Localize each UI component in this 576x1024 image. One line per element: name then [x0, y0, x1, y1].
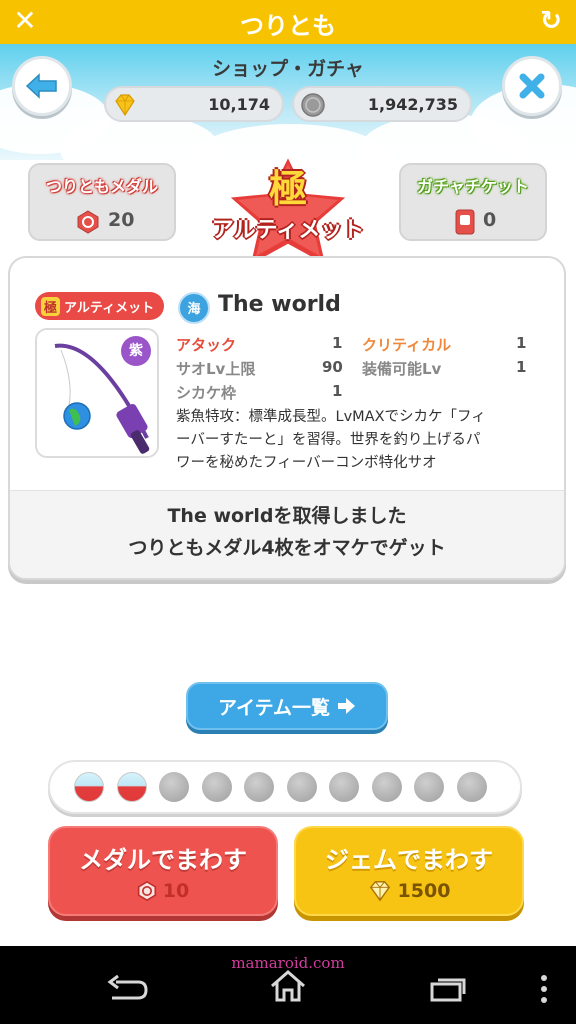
app-title-bar: ✕ つりとも ↻: [0, 0, 576, 44]
spin-gem-cost: 1500: [296, 880, 522, 902]
progress-ball-empty: [286, 772, 317, 802]
emblem-kanji: 極: [268, 167, 307, 211]
gem-icon: [115, 94, 135, 117]
coin-icon: [301, 93, 325, 117]
description-line: ワーを秘めたフィーバーコンボ特化サオ: [176, 455, 437, 471]
medal-box: つりともメダル 20: [28, 163, 176, 241]
gem-icon: [369, 881, 390, 902]
ticket-box: ガチャチケット 0: [399, 163, 547, 241]
emblem-text: アルティメット: [211, 218, 365, 243]
result-line: つりともメダル4枚をオマケでゲット: [128, 537, 446, 559]
progress-ball-filled: [116, 772, 147, 802]
page-title: ショップ・ガチャ: [212, 58, 364, 80]
ticket-icon: [455, 209, 475, 235]
back-nav-icon[interactable]: [104, 974, 152, 1006]
medal-icon: [77, 210, 99, 234]
close-icon: [519, 73, 545, 99]
description-line: 紫魚特攻：標準成長型。LvMAXでシカケ「フィ: [176, 409, 486, 425]
progress-ball-empty: [201, 772, 232, 802]
item-list-label: アイテム一覧: [217, 696, 331, 719]
recent-apps-icon[interactable]: [428, 976, 468, 1004]
rarity-text: アルティメット: [64, 300, 155, 316]
ticket-count: 0: [483, 209, 497, 231]
stat-label: 装備可能Lv: [362, 360, 442, 378]
sea-icon: 海: [178, 292, 210, 324]
close-shop-button[interactable]: [502, 56, 562, 116]
result-message: The worldを取得しました つりともメダル4枚をオマケでゲット: [10, 490, 564, 578]
menu-icon[interactable]: [538, 974, 550, 1004]
coin-count: 1,942,735: [367, 95, 458, 114]
rarity-kanji: 極: [41, 296, 61, 316]
item-detail: 極 アルティメット 海 The world 紫 アタック 1 クリティカル 1 …: [10, 258, 564, 490]
spin-medal-cost: 10: [50, 880, 276, 902]
stat-label: シカケ枠: [176, 384, 237, 402]
stat-label: アタック: [176, 336, 237, 354]
home-nav-icon[interactable]: [268, 968, 308, 1004]
app-title: つりとも: [240, 12, 336, 40]
gem-count: 10,174: [208, 95, 270, 114]
spin-gem-cost-value: 1500: [397, 880, 451, 902]
spin-gem-label: ジェムでまわす: [325, 846, 493, 874]
shop-header: ショップ・ガチャ 10,174 1,942,735: [0, 44, 576, 160]
medal-icon: [137, 881, 156, 901]
arrow-right-icon: [338, 698, 356, 714]
item-description: 紫魚特攻：標準成長型。LvMAXでシカケ「フィ ーバーすたーと」を習得。世界を釣…: [176, 406, 536, 475]
medal-label: つりともメダル: [45, 177, 158, 196]
progress-ball-empty: [159, 772, 189, 802]
progress-ball-filled: [74, 772, 104, 802]
spin-with-gems-button[interactable]: ジェムでまわす 1500: [294, 826, 524, 916]
system-nav-bar: mamaroid.com: [0, 946, 576, 1024]
stat-value: 1: [332, 382, 343, 400]
stat-value: 90: [322, 358, 343, 376]
gem-counter: 10,174: [104, 86, 284, 122]
progress-ball-empty: [456, 772, 487, 802]
arrow-left-icon: [25, 73, 57, 99]
item-name: The world: [218, 292, 341, 317]
progress-ball-empty: [414, 772, 444, 802]
item-list-button[interactable]: アイテム一覧: [186, 682, 388, 730]
coin-counter: 1,942,735: [292, 86, 472, 122]
stat-label: サオLv上限: [176, 360, 256, 378]
rarity-badge: 極 アルティメット: [35, 292, 165, 320]
reload-icon[interactable]: ↻: [534, 4, 568, 38]
spin-with-medals-button[interactable]: メダルでまわす 10: [48, 826, 278, 916]
description-line: ーバーすたーと」を習得。世界を釣り上げるパ: [176, 432, 481, 448]
progress-ball-empty: [371, 772, 402, 802]
progress-ball-empty: [244, 772, 274, 802]
item-image: 紫: [35, 328, 159, 458]
back-button[interactable]: [12, 56, 72, 116]
progress-ball-empty: [329, 772, 359, 802]
result-card: 極 アルティメット 海 The world 紫 アタック 1 クリティカル 1 …: [8, 256, 566, 580]
gacha-progress: [48, 760, 522, 814]
stat-value: 1: [332, 334, 343, 352]
stat-value: 1: [516, 334, 527, 352]
result-line: The worldを取得しました: [167, 505, 407, 527]
spin-medal-label: メダルでまわす: [79, 846, 247, 874]
medal-count: 20: [108, 209, 135, 231]
stat-label: クリティカル: [362, 336, 452, 354]
spin-medal-cost-value: 10: [162, 880, 190, 902]
grade-badge: 紫: [121, 336, 151, 366]
stat-value: 1: [516, 358, 527, 376]
ticket-label: ガチャチケット: [417, 177, 529, 196]
